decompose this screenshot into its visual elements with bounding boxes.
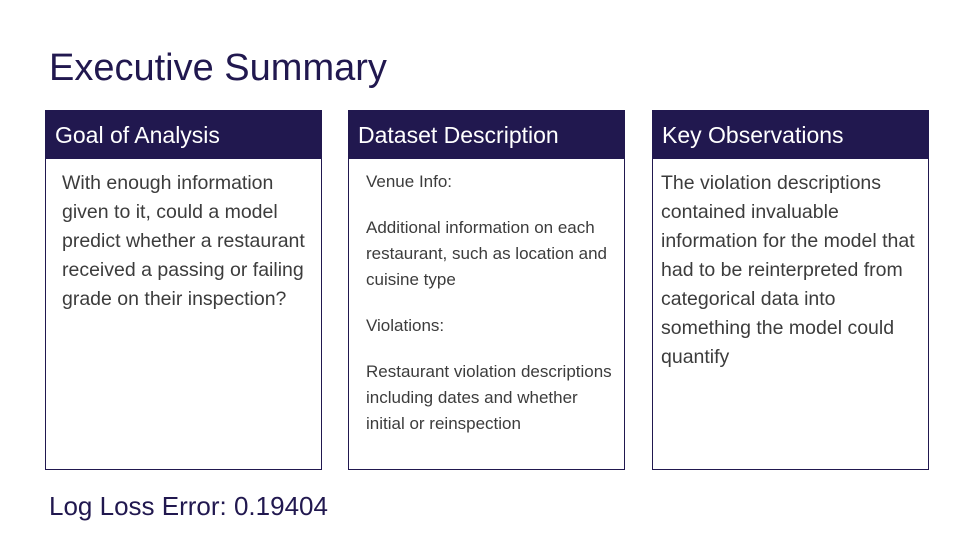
card-header-dataset-description: Dataset Description (349, 111, 624, 159)
card-body-key-observations: The violation descriptions contained inv… (653, 159, 928, 372)
venue-info-text: Additional information on each restauran… (366, 218, 607, 289)
violations-heading: Violations: (366, 316, 445, 335)
violations-text: Restaurant violation descriptions includ… (366, 362, 612, 433)
goal-question-text: With enough information given to it, cou… (62, 172, 305, 310)
goal-of-analysis-card: Goal of Analysis With enough information… (45, 110, 322, 470)
log-loss-error-text: Log Loss Error: 0.19404 (49, 491, 328, 521)
dataset-description-card: Dataset Description Venue Info: Addition… (348, 110, 625, 470)
card-body-goal-of-analysis: With enough information given to it, cou… (46, 159, 321, 314)
slide-title: Executive Summary (49, 47, 387, 89)
card-header-key-observations: Key Observations (653, 111, 928, 159)
venue-info-heading: Venue Info: (366, 172, 453, 191)
key-observations-text: The violation descriptions contained inv… (661, 172, 915, 368)
card-header-goal-of-analysis: Goal of Analysis (46, 111, 321, 159)
key-observations-card: Key Observations The violation descripti… (652, 110, 929, 470)
card-body-dataset-description: Venue Info: Additional information on ea… (349, 159, 624, 437)
